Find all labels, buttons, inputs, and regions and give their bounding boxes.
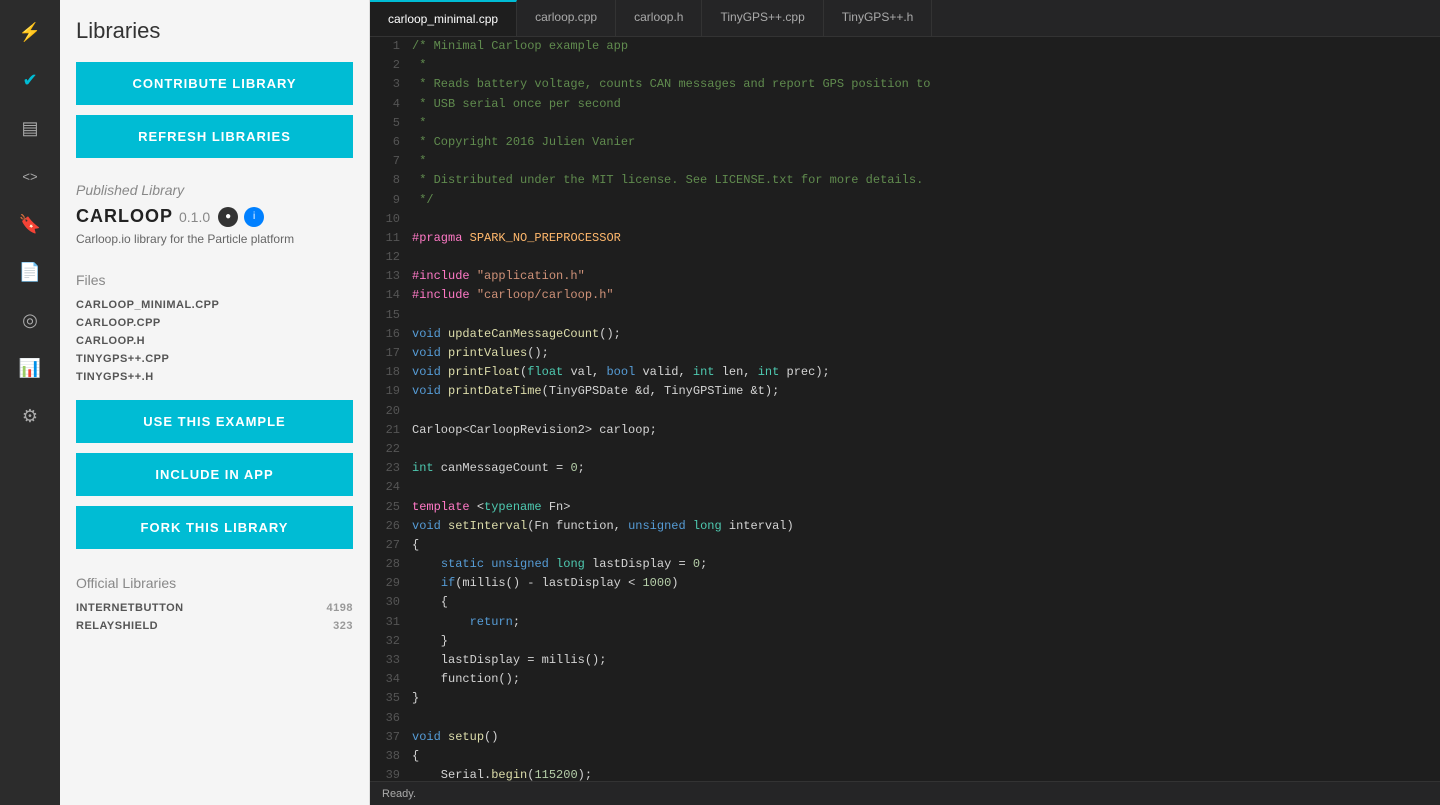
chart-icon[interactable]: 📊 <box>8 346 52 390</box>
tab-tinygps-h[interactable]: TinyGPS++.h <box>824 0 933 36</box>
fork-library-button[interactable]: FORK THIS LIBRARY <box>76 506 353 549</box>
library-version: 0.1.0 <box>179 209 210 225</box>
code-line: 37void setup() <box>370 728 1440 747</box>
official-lib-internetbutton[interactable]: INTERNETBUTTON 4198 <box>76 599 353 617</box>
files-section: Files CARLOOP_MINIMAL.CPP CARLOOP.CPP CA… <box>76 258 353 386</box>
file-tinygps-cpp[interactable]: TINYGPS++.CPP <box>76 350 353 368</box>
code-line: 20 <box>370 402 1440 421</box>
code-line: 17void printValues(); <box>370 344 1440 363</box>
gear-icon[interactable]: ⚙ <box>8 394 52 438</box>
code-line: 31 return; <box>370 613 1440 632</box>
code-line: 18void printFloat(float val, bool valid,… <box>370 363 1440 382</box>
status-text: Ready. <box>382 788 416 800</box>
tab-bar: carloop_minimal.cpp carloop.cpp carloop.… <box>370 0 1440 37</box>
code-line: 2 * <box>370 56 1440 75</box>
icon-bar: ⚡ ✔ ▤ <> 🔖 📄 ◎ 📊 ⚙ <box>0 0 60 805</box>
code-line: 6 * Copyright 2016 Julien Vanier <box>370 133 1440 152</box>
code-icon[interactable]: <> <box>8 154 52 198</box>
tab-carloop-cpp[interactable]: carloop.cpp <box>517 0 616 36</box>
code-line: 11#pragma SPARK_NO_PREPROCESSOR <box>370 229 1440 248</box>
official-libraries-label: Official Libraries <box>76 575 353 591</box>
github-icon[interactable]: ● <box>218 207 238 227</box>
code-line: 36 <box>370 709 1440 728</box>
code-line: 19void printDateTime(TinyGPSDate &d, Tin… <box>370 382 1440 401</box>
sidebar-title: Libraries <box>76 18 353 44</box>
code-line: 23int canMessageCount = 0; <box>370 459 1440 478</box>
tab-tinygps-cpp[interactable]: TinyGPS++.cpp <box>702 0 823 36</box>
official-lib-relayshield[interactable]: RELAYSHIELD 323 <box>76 617 353 635</box>
code-line: 13#include "application.h" <box>370 267 1440 286</box>
library-icons: ● i <box>218 207 264 227</box>
code-line: 12 <box>370 248 1440 267</box>
layers-icon[interactable]: ▤ <box>8 106 52 150</box>
code-line: 14#include "carloop/carloop.h" <box>370 286 1440 305</box>
code-line: 16void updateCanMessageCount(); <box>370 325 1440 344</box>
document-icon[interactable]: 📄 <box>8 250 52 294</box>
code-line: 33 lastDisplay = millis(); <box>370 651 1440 670</box>
code-line: 21Carloop<CarloopRevision2> carloop; <box>370 421 1440 440</box>
use-example-button[interactable]: USE THIS EXAMPLE <box>76 400 353 443</box>
sidebar: Libraries CONTRIBUTE LIBRARY REFRESH LIB… <box>60 0 370 805</box>
code-line: 15 <box>370 306 1440 325</box>
code-line: 29 if(millis() - lastDisplay < 1000) <box>370 574 1440 593</box>
code-line: 8 * Distributed under the MIT license. S… <box>370 171 1440 190</box>
code-editor[interactable]: 1/* Minimal Carloop example app 2 * 3 * … <box>370 37 1440 781</box>
code-line: 1/* Minimal Carloop example app <box>370 37 1440 56</box>
file-carloop-h[interactable]: CARLOOP.H <box>76 332 353 350</box>
code-line: 3 * Reads battery voltage, counts CAN me… <box>370 75 1440 94</box>
status-bar: Ready. <box>370 781 1440 805</box>
code-line: 24 <box>370 478 1440 497</box>
files-label: Files <box>76 272 353 288</box>
code-line: 32 } <box>370 632 1440 651</box>
code-line: 10 <box>370 210 1440 229</box>
lightning-icon[interactable]: ⚡ <box>8 10 52 54</box>
library-name: CARLOOP <box>76 206 173 227</box>
file-carloop-cpp[interactable]: CARLOOP.CPP <box>76 314 353 332</box>
library-info: CARLOOP 0.1.0 ● i Carloop.io library for… <box>76 206 353 248</box>
file-tinygps-h[interactable]: TINYGPS++.H <box>76 368 353 386</box>
code-line: 22 <box>370 440 1440 459</box>
tab-carloop-minimal-cpp[interactable]: carloop_minimal.cpp <box>370 0 517 36</box>
circle-icon[interactable]: ◎ <box>8 298 52 342</box>
editor-area: carloop_minimal.cpp carloop.cpp carloop.… <box>370 0 1440 805</box>
code-line: 26void setInterval(Fn function, unsigned… <box>370 517 1440 536</box>
code-line: 7 * <box>370 152 1440 171</box>
check-circle-icon[interactable]: ✔ <box>8 58 52 102</box>
info-icon[interactable]: i <box>244 207 264 227</box>
refresh-libraries-button[interactable]: REFRESH LIBRARIES <box>76 115 353 158</box>
code-line: 28 static unsigned long lastDisplay = 0; <box>370 555 1440 574</box>
library-description: Carloop.io library for the Particle plat… <box>76 231 353 248</box>
include-app-button[interactable]: INCLUDE IN APP <box>76 453 353 496</box>
contribute-library-button[interactable]: CONTRIBUTE LIBRARY <box>76 62 353 105</box>
code-line: 34 function(); <box>370 670 1440 689</box>
code-line: 38{ <box>370 747 1440 766</box>
file-carloop-minimal-cpp[interactable]: CARLOOP_MINIMAL.CPP <box>76 296 353 314</box>
code-line: 27{ <box>370 536 1440 555</box>
code-line: 35} <box>370 689 1440 708</box>
code-line: 9 */ <box>370 191 1440 210</box>
tab-carloop-h[interactable]: carloop.h <box>616 0 702 36</box>
bookmark-icon[interactable]: 🔖 <box>8 202 52 246</box>
code-line: 4 * USB serial once per second <box>370 95 1440 114</box>
code-line: 39 Serial.begin(115200); <box>370 766 1440 781</box>
published-library-label: Published Library <box>76 182 353 198</box>
code-line: 30 { <box>370 593 1440 612</box>
code-line: 25template <typename Fn> <box>370 498 1440 517</box>
code-line: 5 * <box>370 114 1440 133</box>
